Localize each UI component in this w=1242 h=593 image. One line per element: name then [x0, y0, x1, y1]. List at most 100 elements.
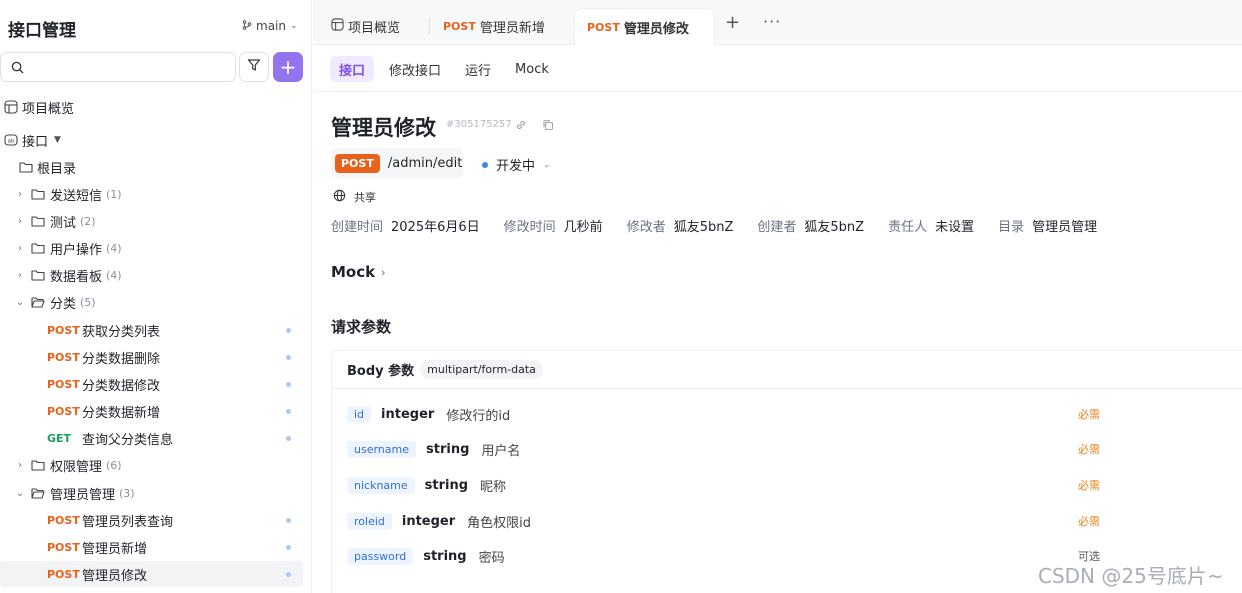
param-required: 必需 [1078, 408, 1100, 421]
tree-item-label: 项目概览 [22, 101, 75, 117]
folder-count: (5) [80, 295, 96, 309]
more-tabs-button[interactable]: ··· [763, 12, 781, 31]
folder-label: 管理员管理 [50, 487, 116, 503]
add-button[interactable]: + [273, 52, 303, 82]
tree-endpoint[interactable]: POST 获取分类列表 [0, 317, 303, 343]
folder-count: (6) [106, 458, 122, 472]
meta-value: 几秒前 [563, 220, 603, 235]
watermark: CSDN @25号底片~ [1038, 564, 1224, 588]
globe-icon [333, 189, 354, 205]
folder-icon [30, 457, 46, 473]
copy-icon[interactable] [542, 119, 554, 135]
endpoint-label: 管理员新增 [82, 541, 148, 557]
tree-folder[interactable]: › 用户操作 (4) [0, 235, 303, 261]
overview-icon [331, 18, 348, 35]
api-path: /admin/edit [387, 155, 463, 171]
chevron-down-icon[interactable]: ⌄ [14, 297, 26, 308]
method-label: POST [47, 540, 80, 554]
param-name: id [347, 405, 372, 423]
subtab-run[interactable]: 运行 [456, 56, 500, 82]
chevron-right-icon: › [381, 265, 386, 279]
folder-label: 权限管理 [50, 459, 103, 475]
branch-selector[interactable]: main ⌄ [242, 19, 298, 33]
link-icon[interactable] [515, 119, 527, 135]
folder-label: 数据看板 [50, 269, 103, 285]
folder-count: (4) [106, 268, 122, 282]
tree-folder[interactable]: › 权限管理 (6) [0, 452, 303, 478]
subtab-interface[interactable]: 接口 [330, 56, 375, 82]
tab-label: 管理员修改 [623, 21, 689, 37]
body-params-label: Body 参数 [347, 364, 415, 379]
api-id: #305175257 [446, 119, 512, 130]
status-selector[interactable]: 开发中 ⌄ [482, 155, 551, 174]
meta-key: 创建时间 [331, 220, 384, 235]
tree-endpoint[interactable]: POST 管理员列表查询 [0, 507, 303, 533]
body-params-header: Body 参数 multipart/form-data [332, 351, 1242, 389]
caret-down-icon: ▼ [54, 135, 61, 145]
tab-label: 管理员新增 [479, 21, 545, 36]
param-type: string [423, 548, 467, 564]
tab-admin-add[interactable]: POST 管理员新增 [431, 8, 557, 45]
tree-item-overview[interactable]: 项目概览 [0, 94, 303, 120]
meta-value: 狐友5bnZ [673, 220, 734, 235]
tree-folder[interactable]: › 测试 (2) [0, 208, 303, 234]
chevron-right-icon[interactable]: › [14, 270, 26, 281]
status-dot [286, 436, 291, 441]
search-input[interactable] [29, 57, 229, 77]
api-meta: 创建时间 2025年6月6日 修改时间 几秒前 修改者 狐友5bnZ 创建者 狐… [331, 216, 1121, 235]
tree-item-apis[interactable]: ab 接口 ▼ [0, 127, 303, 153]
tab-project-overview[interactable]: 项目概览 [319, 8, 412, 45]
tree-endpoint-selected[interactable]: POST 管理员修改 [0, 561, 303, 587]
folder-icon [30, 267, 46, 283]
param-desc: 昵称 [480, 479, 507, 495]
meta-key: 创建者 [757, 220, 797, 235]
chevron-right-icon[interactable]: › [14, 189, 26, 200]
subtab-mock[interactable]: Mock [506, 56, 558, 82]
mock-label: Mock [331, 263, 376, 281]
tree-endpoint[interactable]: GET 查询父分类信息 [0, 425, 303, 451]
status-dot [286, 355, 291, 360]
param-desc: 修改行的id [446, 408, 511, 424]
tree-endpoint[interactable]: POST 管理员新增 [0, 534, 303, 560]
api-icon: ab [3, 132, 19, 148]
tree-folder[interactable]: › 发送短信 (1) [0, 181, 303, 207]
param-row: id integer 修改行的id 必需 [347, 402, 1242, 426]
tree-folder-open[interactable]: ⌄ 管理员管理 (3) [0, 480, 303, 506]
method-label: POST [47, 323, 80, 337]
filter-button[interactable] [239, 52, 269, 82]
mock-section-toggle[interactable]: Mock › [331, 263, 386, 281]
endpoint-label: 管理员修改 [82, 568, 148, 584]
chevron-right-icon[interactable]: › [14, 460, 26, 471]
new-tab-button[interactable]: + [725, 14, 740, 32]
param-type: string [424, 477, 469, 493]
method-label: POST [47, 567, 80, 581]
meta-key: 目录 [998, 220, 1025, 235]
search-box[interactable] [0, 52, 236, 82]
tree-endpoint[interactable]: POST 分类数据新增 [0, 398, 303, 424]
tab-admin-edit[interactable]: POST 管理员修改 [574, 8, 715, 45]
tree-endpoint[interactable]: POST 分类数据删除 [0, 344, 303, 370]
chevron-right-icon[interactable]: › [14, 216, 26, 227]
tree-item-root[interactable]: 根目录 [0, 154, 303, 180]
meta-key: 修改者 [626, 220, 666, 235]
tree-folder-open[interactable]: ⌄ 分类 (5) [0, 289, 303, 315]
subtab-edit[interactable]: 修改接口 [380, 56, 450, 82]
folder-icon [30, 213, 46, 229]
endpoint-label: 管理员列表查询 [82, 514, 174, 530]
chevron-right-icon[interactable]: › [14, 243, 26, 254]
endpoint-label: 查询父分类信息 [82, 432, 174, 448]
tree-item-label: 接口 [22, 134, 49, 150]
page-title: 管理员修改 [331, 116, 436, 140]
meta-value: 未设置 [935, 220, 975, 235]
method-label: POST [47, 513, 80, 527]
chevron-down-icon: ⌄ [543, 159, 551, 170]
tree-endpoint[interactable]: POST 分类数据修改 [0, 371, 303, 397]
method-label: GET [47, 431, 72, 445]
param-type: string [426, 441, 470, 457]
status-dot [286, 328, 291, 333]
chevron-down-icon[interactable]: ⌄ [14, 488, 26, 499]
tree-folder[interactable]: › 数据看板 (4) [0, 262, 303, 288]
branch-icon [242, 19, 252, 33]
tab-label: 项目概览 [348, 21, 401, 36]
share-indicator[interactable]: 共享 [333, 189, 376, 205]
